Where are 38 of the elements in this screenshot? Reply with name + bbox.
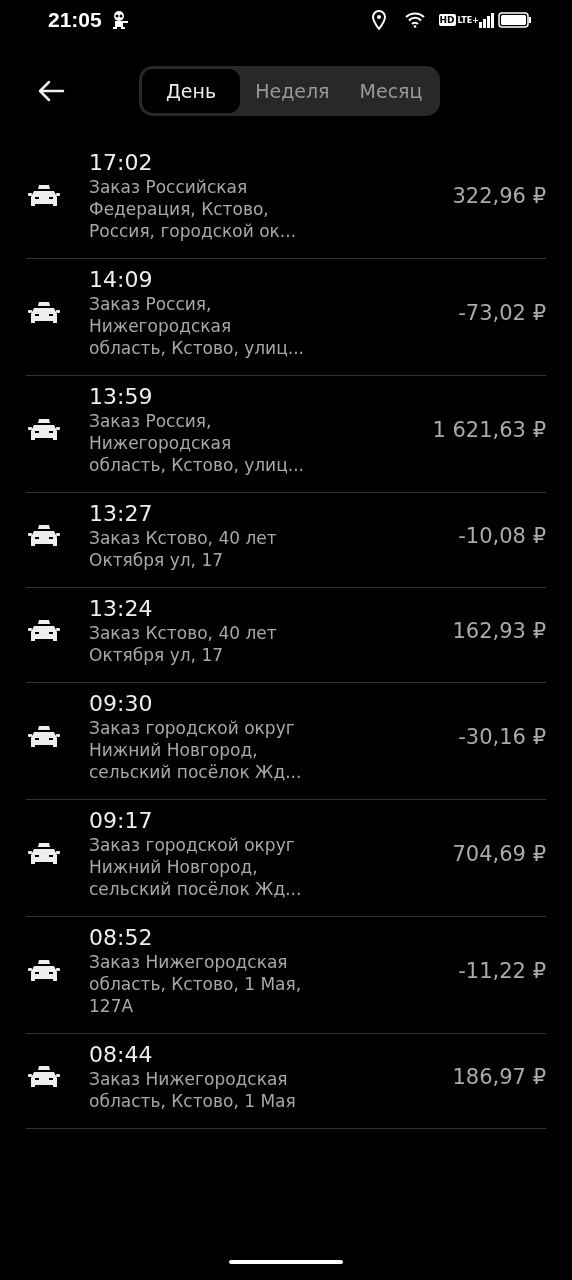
order-amount: 704,69 ₽ [452, 842, 546, 866]
order-address: Заказ Российская Федерация, Кстово, Россия, городской ок... [89, 176, 298, 242]
network-type: LTE+ [457, 15, 479, 25]
hd-badge: HD [438, 14, 456, 26]
order-address: Заказ Россия, Нижегородская область, Кстово, улиц... [89, 410, 305, 476]
order-time: 14:09 [89, 267, 154, 293]
order-time: 09:30 [89, 691, 154, 717]
order-time: 13:27 [89, 501, 154, 527]
order-address: Заказ Кстово, 40 лет Октября ул, 17 [89, 527, 278, 571]
order-time: 08:52 [89, 925, 154, 951]
battery-icon [498, 12, 532, 28]
order-time: 13:59 [89, 384, 154, 410]
order-address: Заказ Нижегородская область, Кстово, 1 Мая, 127А [89, 951, 303, 1017]
order-amount: 162,93 ₽ [452, 619, 546, 643]
order-amount: -30,16 ₽ [458, 725, 546, 749]
order-address: Заказ Кстово, 40 лет Октября ул, 17 [89, 622, 278, 666]
order-address: Заказ Нижегородская область, Кстово, 1 Мая [89, 1068, 297, 1112]
period-tab[interactable]: День [142, 69, 241, 113]
order-time: 09:17 [89, 808, 154, 834]
order-time: 08:44 [89, 1042, 154, 1068]
order-address: Заказ городской округ Нижний Новгород, сельский посёлок Жд... [89, 834, 303, 900]
order-address: Заказ городской округ Нижний Новгород, сельский посёлок Жд... [89, 717, 303, 783]
location-icon [370, 10, 387, 30]
order-amount: 1 621,63 ₽ [432, 418, 546, 442]
order-amount: -73,02 ₽ [458, 301, 546, 325]
wifi-icon [404, 12, 425, 28]
order-amount: 322,96 ₽ [452, 184, 546, 208]
order-address: Заказ Россия, Нижегородская область, Кстово, улиц... [89, 293, 305, 359]
period-tab[interactable]: Неделя [240, 69, 345, 113]
order-amount: -10,08 ₽ [458, 524, 546, 548]
order-amount: 186,97 ₽ [452, 1065, 546, 1089]
back-arrow-icon [37, 79, 65, 103]
status-time: 21:05 [48, 8, 102, 32]
period-tab[interactable]: Месяц [344, 69, 438, 113]
order-amount: -11,22 ₽ [458, 959, 546, 983]
signal-icon [479, 12, 495, 28]
order-time: 17:02 [89, 150, 154, 176]
order-time: 13:24 [89, 596, 154, 622]
